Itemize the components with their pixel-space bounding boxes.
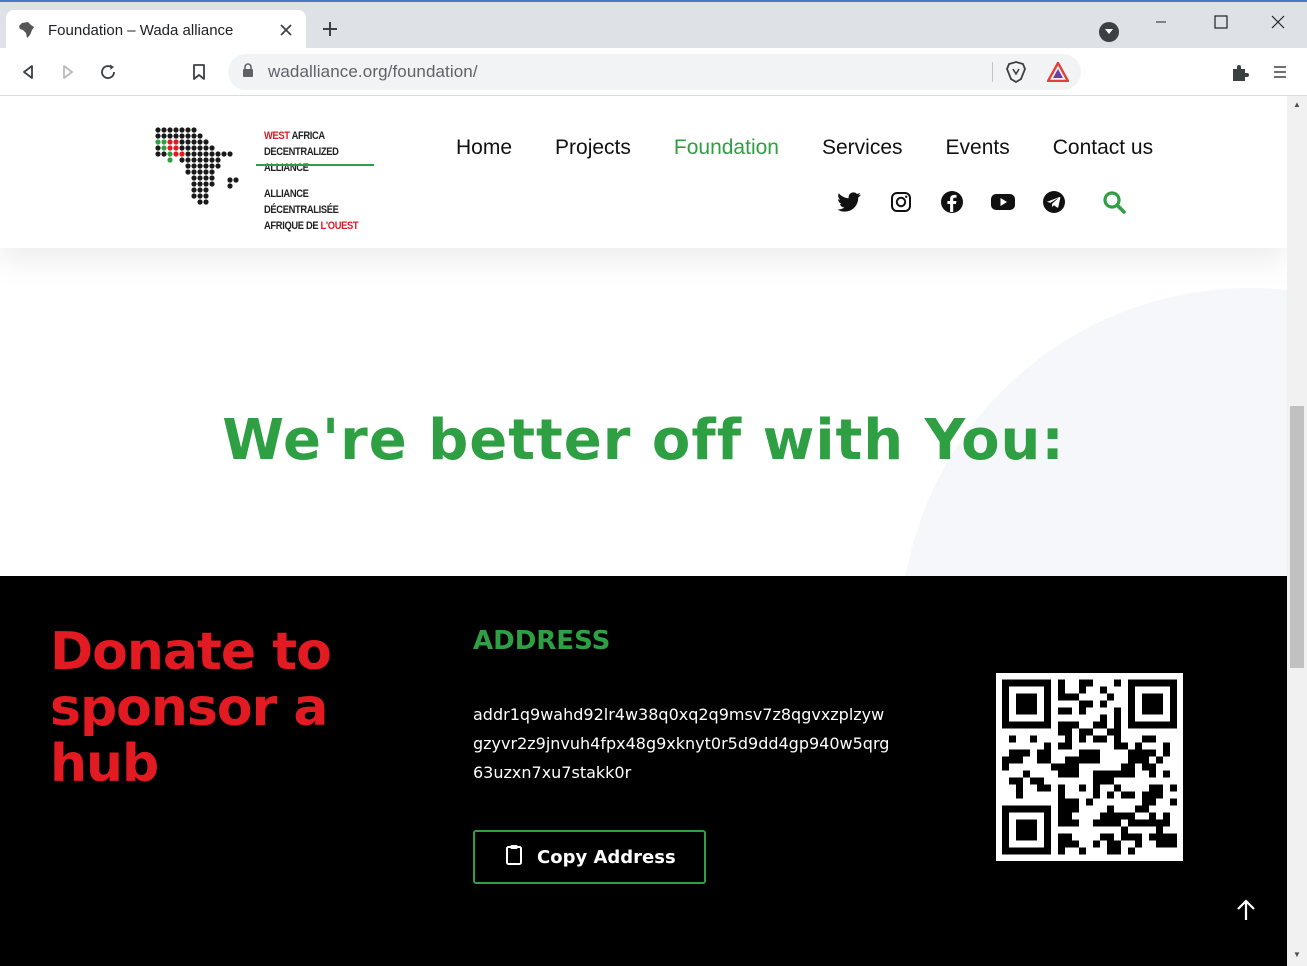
brave-rewards-icon[interactable]: [1046, 60, 1070, 84]
new-tab-button[interactable]: [318, 18, 342, 42]
tab-search-icon[interactable]: [1099, 22, 1119, 42]
africa-dot-map-icon: [155, 127, 239, 205]
reload-button[interactable]: [94, 58, 122, 86]
minimize-button[interactable]: [1138, 8, 1184, 36]
qr-code: [996, 673, 1183, 861]
lock-icon: [242, 62, 254, 82]
forward-button[interactable]: [54, 58, 82, 86]
twitter-icon[interactable]: [836, 188, 864, 216]
omnibox-divider: [992, 62, 993, 82]
logo-line4-red: L'OUEST: [320, 220, 359, 232]
page-viewport: WEST AFRICA DECENTRALIZED ALLIANCE ALLIA…: [0, 96, 1287, 966]
address-label: ADDRESS: [473, 626, 611, 656]
menu-icon[interactable]: [1266, 58, 1294, 86]
browser-toolbar: wadalliance.org/foundation/: [0, 48, 1307, 96]
logo-line2: DECENTRALIZED ALLIANCE: [264, 146, 339, 174]
maximize-button[interactable]: [1198, 8, 1244, 36]
africa-favicon-icon: [16, 19, 38, 41]
scroll-up-arrow-icon[interactable]: ▲: [1292, 100, 1302, 110]
facebook-icon[interactable]: [938, 188, 966, 216]
nav-projects[interactable]: Projects: [555, 136, 631, 160]
telegram-icon[interactable]: [1040, 188, 1068, 216]
logo-divider: [256, 164, 374, 166]
nav-foundation[interactable]: Foundation: [674, 136, 779, 160]
copy-address-label: Copy Address: [537, 846, 676, 868]
qr-code-image: [1002, 679, 1177, 855]
back-button[interactable]: [14, 58, 42, 86]
page-scrollbar[interactable]: ▲ ▼: [1287, 96, 1307, 966]
tab-title: Foundation – Wada alliance: [48, 21, 234, 39]
browser-tab[interactable]: Foundation – Wada alliance: [6, 10, 306, 50]
scroll-to-top-button[interactable]: [1230, 894, 1262, 926]
youtube-icon[interactable]: [989, 188, 1017, 216]
url-text: wadalliance.org/foundation/: [268, 62, 478, 81]
logo-line3: ALLIANCE DÉCENTRALISÉE: [264, 188, 339, 216]
close-window-button[interactable]: [1255, 8, 1301, 36]
scroll-down-arrow-icon[interactable]: ▼: [1292, 950, 1302, 960]
hero-section: We're better off with You:: [0, 248, 1287, 576]
social-links: [836, 188, 1091, 216]
instagram-icon[interactable]: [887, 188, 915, 216]
hero-title: We're better off with You:: [222, 408, 1065, 473]
wallet-address[interactable]: addr1q9wahd92lr4w38q0xq2q9msv7z8qgvxzplz…: [473, 700, 893, 787]
address-bar[interactable]: wadalliance.org/foundation/: [228, 54, 1081, 90]
brave-shields-icon[interactable]: [1004, 60, 1028, 84]
main-nav: Home Projects Foundation Services Events…: [456, 136, 1196, 160]
clipboard-icon: [505, 844, 523, 871]
nav-services[interactable]: Services: [822, 136, 903, 160]
site-logo[interactable]: WEST AFRICA DECENTRALIZED ALLIANCE ALLIA…: [152, 124, 382, 232]
site-search-icon[interactable]: [1100, 188, 1128, 216]
logo-line1: AFRICA: [289, 130, 326, 142]
scrollbar-thumb[interactable]: [1290, 406, 1304, 668]
bookmark-icon[interactable]: [185, 58, 213, 86]
logo-line1-red: WEST: [264, 130, 290, 142]
nav-contact-us[interactable]: Contact us: [1053, 136, 1153, 160]
nav-home[interactable]: Home: [456, 136, 512, 160]
extensions-icon[interactable]: [1226, 58, 1254, 86]
donate-title: Donate to sponsor a hub: [50, 622, 332, 794]
logo-text: WEST AFRICA DECENTRALIZED ALLIANCE ALLIA…: [264, 128, 366, 234]
nav-events[interactable]: Events: [946, 136, 1010, 160]
logo-line4: AFRIQUE DE: [264, 220, 321, 232]
donate-section: Donate to sponsor a hub ADDRESS addr1q9w…: [0, 576, 1287, 966]
tab-close-icon[interactable]: [276, 20, 296, 40]
copy-address-button[interactable]: Copy Address: [473, 830, 706, 884]
site-header: WEST AFRICA DECENTRALIZED ALLIANCE ALLIA…: [0, 96, 1287, 248]
browser-tabstrip: Foundation – Wada alliance: [0, 0, 1307, 50]
